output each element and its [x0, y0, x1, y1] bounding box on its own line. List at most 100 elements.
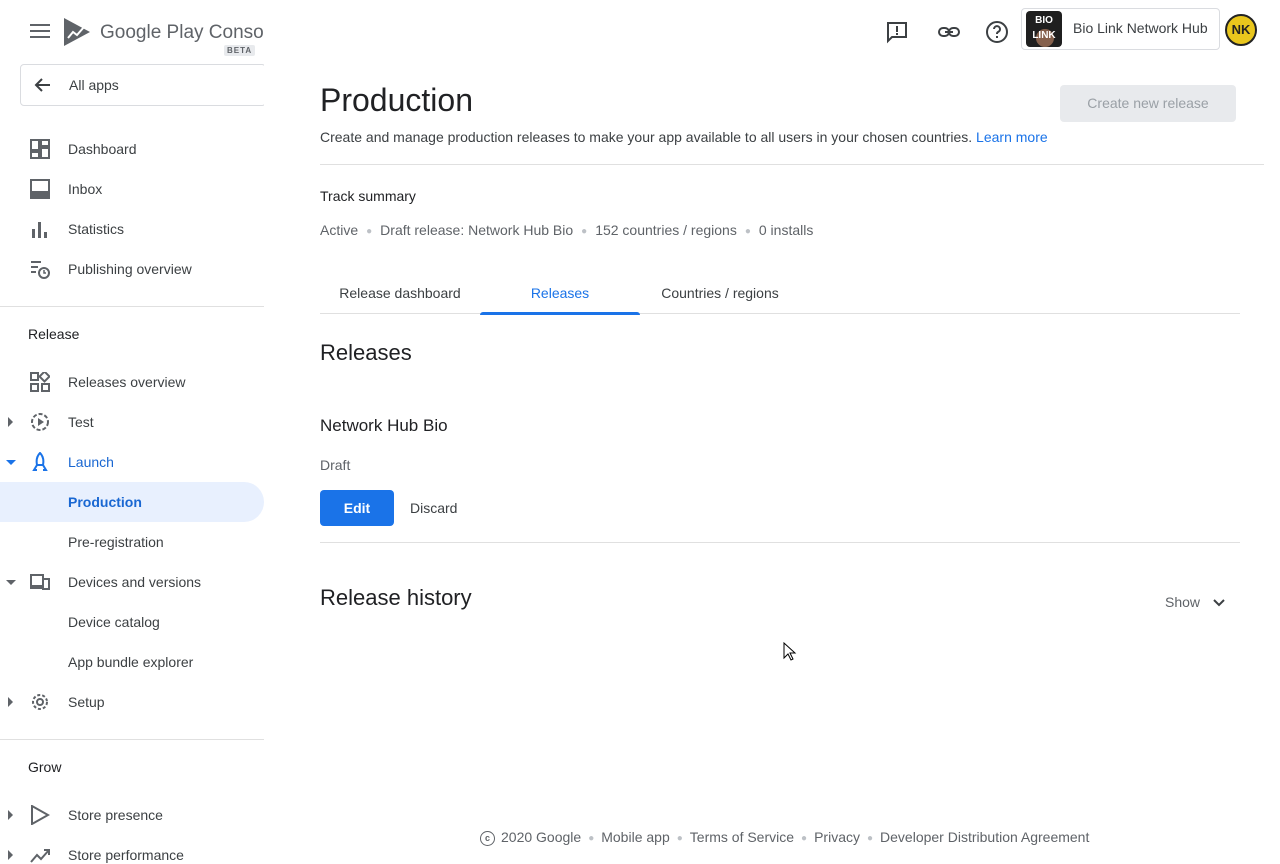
- show-label: Show: [1165, 594, 1201, 610]
- release-name: Network Hub Bio: [320, 416, 448, 435]
- link-icon[interactable]: [937, 20, 961, 44]
- back-arrow-icon: [34, 78, 50, 92]
- footer: c 2020 Google ● Mobile app ● Terms of Service…: [480, 829, 1089, 846]
- dashboard-icon: [30, 139, 50, 159]
- sidebar-item-label: Releases overview: [68, 374, 186, 390]
- track-summary: Active ● Draft release: Network Hub Bio ● 15…: [320, 222, 813, 238]
- avatar[interactable]: NK: [1225, 14, 1257, 46]
- track-countries: 152 countries / regions: [595, 222, 737, 238]
- play-console-logo[interactable]: Google Play Console BETA: [62, 16, 264, 56]
- all-apps-label: All apps: [69, 77, 119, 93]
- releases-divider: [320, 542, 1240, 543]
- track-installs: 0 installs: [758, 222, 814, 238]
- releases-overview-icon: [30, 372, 50, 392]
- release-status: Draft: [320, 457, 351, 473]
- tab-release-dashboard[interactable]: Release dashboard: [320, 274, 480, 313]
- sidebar-item-store-performance[interactable]: Store performance: [0, 835, 264, 864]
- edit-button[interactable]: Edit: [320, 490, 394, 526]
- page-subtitle: Create and manage production releases to…: [320, 129, 1048, 145]
- sidebar-item-inbox[interactable]: Inbox: [0, 169, 264, 209]
- grow-section-header: Grow: [28, 759, 62, 775]
- app-name: Bio Link Network Hub: [1073, 20, 1208, 36]
- sidebar-header: Google Play Console BETA: [0, 0, 264, 64]
- sidebar-item-device-catalog[interactable]: Device catalog: [0, 602, 264, 642]
- sidebar-item-production[interactable]: Production: [0, 482, 264, 522]
- sidebar-item-test[interactable]: Test: [0, 402, 264, 442]
- feedback-icon[interactable]: [885, 20, 909, 44]
- sidebar-item-label: Store presence: [68, 807, 163, 823]
- sidebar-item-app-bundle-explorer[interactable]: App bundle explorer: [0, 642, 264, 682]
- play-logo-icon: [64, 18, 90, 46]
- sidebar-item-label: Dashboard: [68, 141, 137, 157]
- menu-icon[interactable]: [30, 24, 50, 40]
- sidebar: Google Play Console BETA All apps Dashbo…: [0, 0, 264, 864]
- learn-more-link[interactable]: Learn more: [976, 129, 1048, 145]
- sidebar-item-dashboard[interactable]: Dashboard: [0, 129, 264, 169]
- track-summary-title: Track summary: [320, 188, 416, 204]
- footer-link-distribution-agreement[interactable]: Developer Distribution Agreement: [880, 829, 1089, 845]
- inbox-icon: [30, 179, 50, 199]
- active-tab-indicator: [480, 312, 640, 315]
- sidebar-item-label: Test: [68, 414, 94, 430]
- tab-label: Releases: [530, 285, 590, 301]
- tab-releases[interactable]: Releases: [480, 274, 640, 315]
- sidebar-item-setup[interactable]: Setup: [0, 682, 264, 722]
- sidebar-item-devices-and-versions[interactable]: Devices and versions: [0, 562, 264, 602]
- separator-dot: ●: [581, 225, 588, 237]
- help-icon[interactable]: [985, 20, 1009, 44]
- copyright-icon: c: [480, 830, 495, 846]
- track-status: Active: [320, 222, 359, 238]
- create-new-release-button[interactable]: Create new release: [1060, 85, 1236, 122]
- chevron-down-icon: [1213, 599, 1225, 607]
- collapse-caret-icon[interactable]: [6, 460, 16, 465]
- sidebar-item-releases-overview[interactable]: Releases overview: [0, 362, 264, 402]
- separator-dot: ●: [866, 832, 874, 844]
- footer-link-mobile-app[interactable]: Mobile app: [601, 829, 670, 845]
- footer-link-privacy[interactable]: Privacy: [814, 829, 860, 845]
- publishing-overview-icon: [31, 261, 50, 279]
- app-icon: BIO LINK: [1026, 11, 1062, 47]
- sidebar-divider: [0, 306, 264, 307]
- sidebar-item-label: Device catalog: [68, 614, 160, 630]
- sidebar-item-store-presence[interactable]: Store presence: [0, 795, 264, 835]
- launch-icon: [32, 452, 48, 471]
- sidebar-item-label: Setup: [68, 694, 105, 710]
- separator-dot: ●: [366, 225, 373, 237]
- subtitle-text: Create and manage production releases to…: [320, 129, 973, 145]
- expand-caret-icon[interactable]: [8, 810, 13, 820]
- sidebar-item-statistics[interactable]: Statistics: [0, 209, 264, 249]
- app-icon-text-line2: LINK: [1032, 30, 1056, 41]
- tab-bar: Release dashboard Releases Countries / r…: [320, 274, 1240, 315]
- statistics-icon: [32, 222, 47, 238]
- mouse-cursor-icon: [783, 642, 797, 661]
- show-history-toggle[interactable]: Show: [1165, 594, 1226, 610]
- store-presence-icon: [31, 805, 50, 825]
- tab-countries-regions[interactable]: Countries / regions: [640, 274, 800, 313]
- header-divider: [320, 164, 1264, 165]
- separator-dot: ●: [801, 832, 808, 844]
- app-switcher[interactable]: BIO LINK Bio Link Network Hub: [1021, 8, 1220, 50]
- sidebar-item-launch[interactable]: Launch: [0, 442, 264, 482]
- sidebar-divider: [0, 739, 264, 740]
- test-icon: [31, 413, 49, 431]
- sidebar-item-label: App bundle explorer: [68, 654, 194, 670]
- all-apps-button[interactable]: All apps: [20, 64, 264, 106]
- expand-caret-icon[interactable]: [8, 417, 13, 427]
- collapse-caret-icon[interactable]: [6, 580, 16, 585]
- footer-link-terms[interactable]: Terms of Service: [690, 829, 794, 845]
- expand-caret-icon[interactable]: [8, 850, 13, 860]
- sidebar-item-label: Pre-registration: [68, 534, 164, 550]
- discard-button[interactable]: Discard: [410, 490, 457, 526]
- sidebar-item-publishing-overview[interactable]: Publishing overview: [0, 249, 264, 289]
- expand-caret-icon[interactable]: [8, 697, 13, 707]
- sidebar-item-label: Production: [68, 494, 142, 510]
- separator-dot: ●: [744, 225, 751, 237]
- track-draft-release: Draft release: Network Hub Bio: [380, 222, 574, 238]
- copyright-text: 2020 Google: [501, 829, 582, 845]
- app-icon-text-line1: BIO: [1035, 15, 1053, 26]
- sidebar-item-pre-registration[interactable]: Pre-registration: [0, 522, 264, 562]
- sidebar-item-label: Store performance: [68, 847, 184, 863]
- page-title: Production: [320, 82, 473, 118]
- sidebar-item-label: Launch: [68, 454, 114, 470]
- sidebar-item-label: Publishing overview: [68, 261, 192, 277]
